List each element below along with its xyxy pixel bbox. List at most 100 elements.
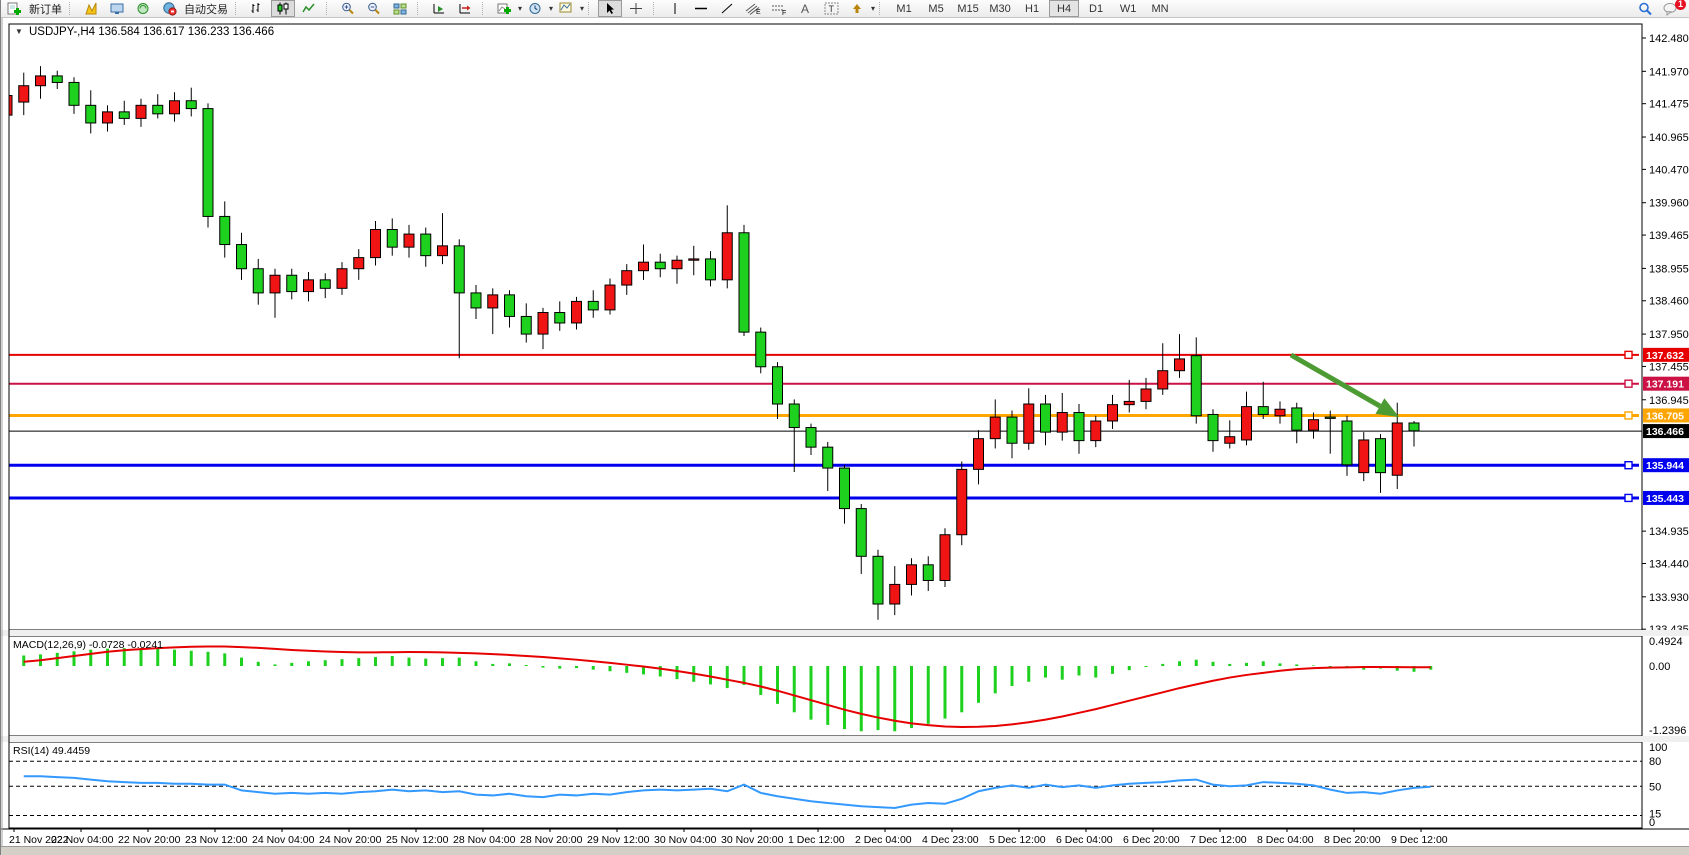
cursor-tool-icon[interactable] (598, 0, 622, 17)
candle (1191, 356, 1201, 416)
timeframe-M30[interactable]: M30 (985, 0, 1015, 17)
autotrade-button[interactable]: 自动交易 (182, 1, 231, 17)
price-tick-label: 139.465 (1649, 230, 1689, 242)
price-label: 136.466 (1646, 426, 1684, 438)
candle (722, 233, 732, 280)
search-icon[interactable] (1633, 0, 1657, 17)
notifications-icon[interactable]: 1 (1659, 0, 1683, 17)
toolbar-separator (417, 2, 423, 15)
arrow-objects-caret-icon[interactable]: ▾ (871, 4, 875, 13)
candle (990, 417, 1000, 439)
timeframe-H1[interactable]: H1 (1017, 0, 1047, 17)
timeframe-D1[interactable]: D1 (1081, 0, 1111, 17)
label-tool-icon[interactable]: T (819, 0, 843, 17)
price-tick-label: 136.945 (1649, 395, 1689, 407)
charts-icon[interactable] (79, 0, 103, 17)
candle (840, 468, 850, 509)
hline-handle[interactable] (1625, 494, 1632, 501)
candle (1091, 421, 1101, 441)
time-tick-label: 2 Dec 04:00 (855, 834, 912, 846)
time-tick-label: 6 Dec 04:00 (1056, 834, 1113, 846)
candle (1057, 413, 1067, 433)
price-label: 135.443 (1646, 493, 1684, 505)
price-tick-label: 137.950 (1649, 329, 1689, 341)
chart-dropdown-icon[interactable]: ▼ (15, 27, 23, 36)
candle (387, 230, 397, 248)
channel-tool-icon[interactable]: F (767, 0, 791, 17)
timeframe-M15[interactable]: M15 (953, 0, 983, 17)
candle (1041, 404, 1051, 432)
line-chart-mode-icon[interactable] (297, 0, 321, 17)
price-label: 135.944 (1646, 460, 1684, 472)
candle (103, 112, 113, 123)
template-icon[interactable] (554, 0, 578, 17)
candle (572, 301, 582, 323)
candle (186, 101, 196, 109)
candle (36, 76, 46, 86)
add-indicator-icon[interactable] (492, 0, 516, 17)
period-clock-icon[interactable] (523, 0, 547, 17)
price-tick-label: 133.930 (1649, 592, 1689, 604)
candle (1309, 420, 1319, 430)
hline-handle[interactable] (1625, 351, 1632, 358)
macd-axis-zero: 0.00 (1649, 661, 1670, 673)
timeframe-M1[interactable]: M1 (889, 0, 919, 17)
market-watch-icon[interactable] (131, 0, 155, 17)
time-tick-label: 24 Nov 04:00 (252, 834, 315, 846)
candle (940, 535, 950, 581)
text-tool-icon[interactable]: A (793, 0, 817, 17)
candle (555, 313, 565, 323)
candle (639, 262, 649, 270)
timeframe-M5[interactable]: M5 (921, 0, 951, 17)
candle (1175, 359, 1185, 371)
candle (773, 367, 783, 404)
vertical-line-tool-icon[interactable] (663, 0, 687, 17)
notification-count-badge: 1 (1675, 0, 1686, 10)
chart-window[interactable]: ▼USDJPY-,H4 136.584 136.617 136.233 136.… (1, 18, 1689, 848)
candle (488, 295, 498, 308)
time-tick-label: 30 Nov 04:00 (654, 834, 717, 846)
toolbar-separator (653, 2, 659, 15)
add-indicator-caret-icon[interactable]: ▾ (518, 4, 522, 13)
panel-splitter[interactable] (1, 630, 1689, 636)
candlestick-mode-icon[interactable] (271, 0, 295, 17)
bar-chart-mode-icon[interactable] (245, 0, 269, 17)
panel-splitter[interactable] (1, 736, 1689, 742)
time-tick-label: 4 Dec 23:00 (922, 834, 979, 846)
crosshair-tool-icon[interactable] (624, 0, 648, 17)
zoom-in-icon[interactable] (336, 0, 360, 17)
tile-windows-icon[interactable] (388, 0, 412, 17)
template-caret-icon[interactable]: ▾ (580, 4, 584, 13)
hline-handle[interactable] (1625, 412, 1632, 419)
candle (1392, 423, 1402, 475)
timeframe-W1[interactable]: W1 (1113, 0, 1143, 17)
price-tick-label: 134.440 (1649, 558, 1689, 570)
new-order-button[interactable]: 新订单 (27, 1, 65, 17)
timeframe-H4[interactable]: H4 (1049, 0, 1079, 17)
profiles-icon[interactable] (105, 0, 129, 17)
price-tick-label: 139.960 (1649, 198, 1689, 210)
price-tick-label: 142.480 (1649, 33, 1689, 45)
shift-chart-icon[interactable] (453, 0, 477, 17)
hline-handle[interactable] (1625, 462, 1632, 469)
rsi-axis-tick: 80 (1649, 756, 1661, 768)
auto-scroll-icon[interactable] (427, 0, 451, 17)
zoom-out-icon[interactable] (362, 0, 386, 17)
timeframe-MN[interactable]: MN (1145, 0, 1175, 17)
time-tick-label: 30 Nov 20:00 (721, 834, 784, 846)
arrow-objects-icon[interactable] (845, 0, 869, 17)
hline-handle[interactable] (1625, 380, 1632, 387)
period-caret-icon[interactable]: ▾ (549, 4, 553, 13)
toolbar-separator (588, 2, 594, 15)
svg-text:F: F (782, 10, 786, 15)
candle (237, 245, 247, 269)
new-order-icon[interactable] (2, 0, 26, 17)
candle (622, 271, 632, 285)
rsi-axis-tick: 50 (1649, 781, 1661, 793)
fibonacci-tool-icon[interactable]: E (741, 0, 765, 17)
trendline-tool-icon[interactable] (715, 0, 739, 17)
horizontal-line-tool-icon[interactable] (689, 0, 713, 17)
autotrade-icon[interactable] (157, 0, 181, 17)
candle (538, 313, 548, 335)
price-chart-canvas[interactable]: ▼USDJPY-,H4 136.584 136.617 136.233 136.… (1, 18, 1689, 848)
